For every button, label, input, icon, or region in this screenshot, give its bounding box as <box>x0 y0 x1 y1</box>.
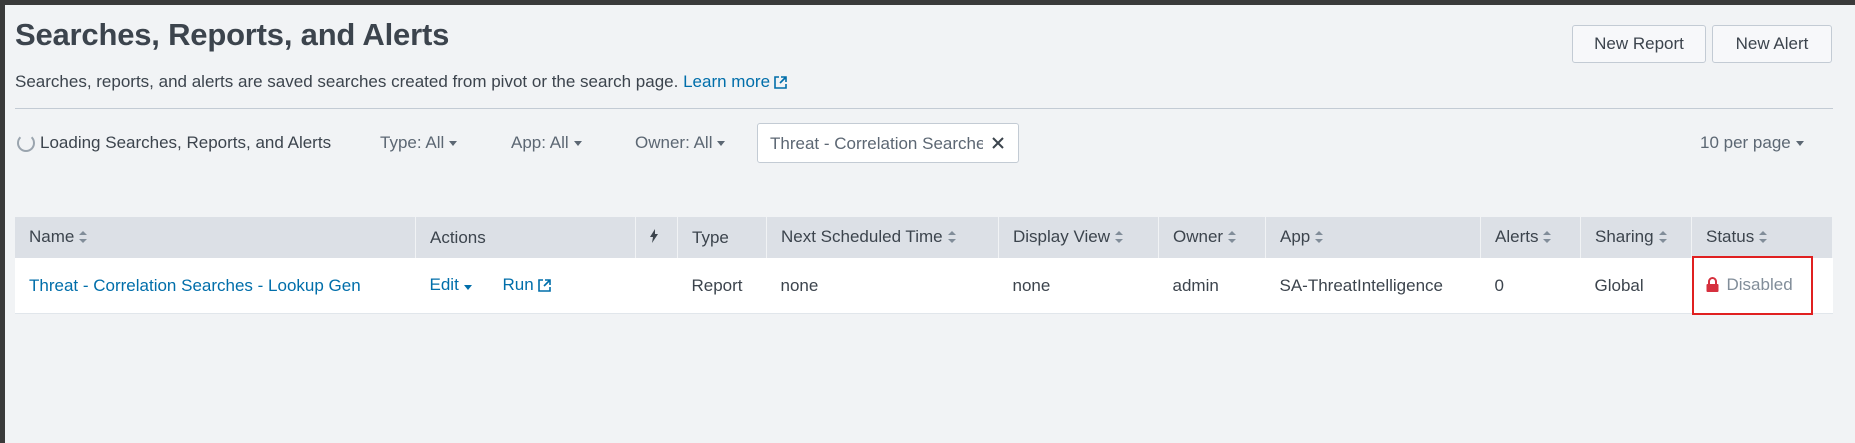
cell-realtime <box>635 258 678 314</box>
column-header-display-view[interactable]: Display View <box>998 217 1159 258</box>
run-link[interactable]: Run <box>503 275 551 294</box>
column-header-owner[interactable]: Owner <box>1158 217 1266 258</box>
learn-more-link[interactable]: Learn more <box>683 72 787 91</box>
cell-alerts: 0 <box>1480 258 1581 314</box>
page-description: Searches, reports, and alerts are saved … <box>15 72 787 94</box>
column-label: Actions <box>430 227 486 247</box>
column-label: Owner <box>1173 227 1224 246</box>
sort-icon <box>1315 228 1324 248</box>
cell-name: Threat - Correlation Searches - Lookup G… <box>15 258 416 314</box>
loading-status: Loading Searches, Reports, and Alerts <box>40 133 332 152</box>
column-label: Next Scheduled Time <box>781 227 943 246</box>
column-label: App <box>1280 227 1311 246</box>
table-header-row: Name Actions Type Next Scheduled Time Di… <box>15 217 1833 258</box>
search-name-link[interactable]: Threat - Correlation Searches - Lookup G… <box>29 276 361 295</box>
lightning-icon <box>650 228 658 247</box>
sort-icon <box>1658 228 1667 248</box>
new-alert-button[interactable]: New Alert <box>1712 25 1832 63</box>
page-title: Searches, Reports, and Alerts <box>15 17 450 52</box>
learn-more-label: Learn more <box>683 72 771 91</box>
edit-dropdown[interactable]: Edit <box>430 275 472 294</box>
sort-icon <box>1543 228 1552 248</box>
page: Searches, Reports, and Alerts Searches, … <box>5 5 1855 443</box>
description-text: Searches, reports, and alerts are saved … <box>15 72 679 91</box>
column-label: Type <box>692 227 729 247</box>
search-filter-input[interactable]: Threat - Correlation Searches <box>757 123 1019 163</box>
clear-filter-icon[interactable] <box>991 136 1005 155</box>
column-header-alerts[interactable]: Alerts <box>1480 217 1581 258</box>
sort-icon <box>1115 228 1124 248</box>
cell-status: Disabled <box>1691 256 1833 315</box>
cell-next-scheduled: none <box>766 258 999 314</box>
column-header-name[interactable]: Name <box>15 217 416 258</box>
type-filter-label: Type: All <box>380 133 445 152</box>
new-report-button[interactable]: New Report <box>1572 25 1706 63</box>
column-header-status[interactable]: Status <box>1691 217 1833 258</box>
sort-icon <box>1759 228 1768 248</box>
per-page-dropdown[interactable]: 10 per page <box>1700 133 1804 153</box>
app-filter-dropdown[interactable]: App: All <box>511 133 582 153</box>
loading-spinner-icon <box>17 134 35 152</box>
caret-down-icon <box>717 140 726 146</box>
column-header-type: Type <box>677 217 767 258</box>
column-label: Name <box>29 227 75 246</box>
sort-icon <box>79 228 88 248</box>
column-label: Status <box>1706 227 1755 246</box>
search-filter-value[interactable]: Threat - Correlation Searches <box>770 134 983 154</box>
column-label: Alerts <box>1495 227 1539 246</box>
divider <box>15 108 1833 109</box>
column-header-actions: Actions <box>415 217 636 258</box>
column-header-realtime[interactable] <box>635 217 678 258</box>
edit-label: Edit <box>429 274 459 294</box>
cell-sharing: Global <box>1580 258 1692 314</box>
type-filter-dropdown[interactable]: Type: All <box>380 133 458 153</box>
column-header-app[interactable]: App <box>1265 217 1481 258</box>
app-filter-label: App: All <box>511 133 569 152</box>
caret-down-icon <box>573 140 582 146</box>
external-link-icon <box>537 277 551 297</box>
column-label: Sharing <box>1595 227 1654 246</box>
cell-app: SA-ThreatIntelligence <box>1265 258 1481 314</box>
column-header-sharing[interactable]: Sharing <box>1580 217 1692 258</box>
sort-icon <box>947 228 956 248</box>
owner-filter-dropdown[interactable]: Owner: All <box>635 133 726 153</box>
cell-type: Report <box>677 258 767 314</box>
caret-down-icon <box>463 284 472 290</box>
caret-down-icon <box>1795 140 1804 146</box>
run-label: Run <box>502 274 534 294</box>
cell-owner: admin <box>1158 258 1266 314</box>
column-header-next-scheduled[interactable]: Next Scheduled Time <box>766 217 999 258</box>
column-label: Display View <box>1013 227 1111 246</box>
table-row: Threat - Correlation Searches - Lookup G… <box>15 256 1833 315</box>
sort-icon <box>1228 228 1237 248</box>
per-page-label: 10 per page <box>1700 133 1791 152</box>
external-link-icon <box>774 74 787 94</box>
cell-actions: Edit Run <box>415 258 636 314</box>
status-highlight-box <box>1691 256 1813 315</box>
cell-display-view: none <box>998 258 1159 314</box>
caret-down-icon <box>449 140 458 146</box>
saved-searches-table: Name Actions Type Next Scheduled Time Di… <box>15 217 1833 315</box>
owner-filter-label: Owner: All <box>635 133 713 152</box>
